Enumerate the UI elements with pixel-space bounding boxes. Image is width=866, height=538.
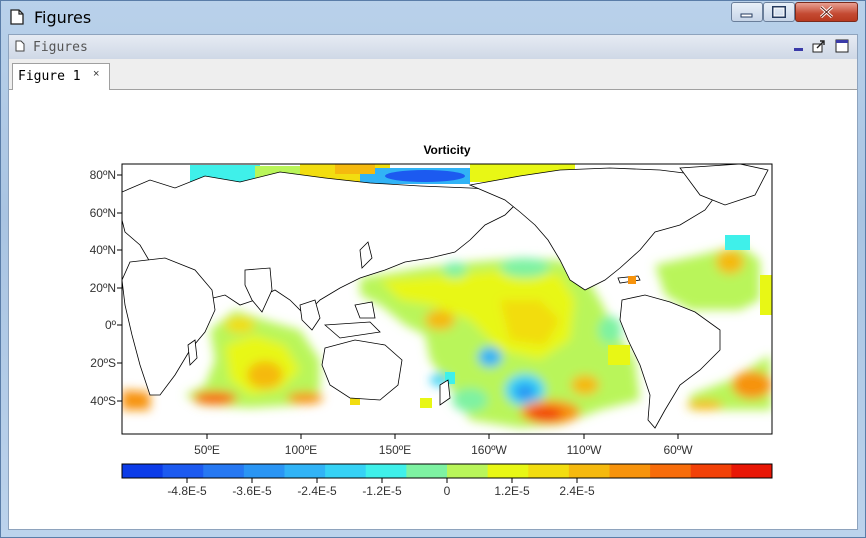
y-tick-label: 80ºN (90, 168, 116, 182)
colorbar-segment (365, 464, 407, 478)
y-tick-label: 0º (105, 318, 117, 332)
colorbar-segment (162, 464, 204, 478)
colorbar-segment (487, 464, 529, 478)
colorbar-tick-label: -3.6E-5 (232, 484, 272, 498)
x-tick-label: 160ºW (471, 443, 507, 457)
field-caribbean (628, 276, 636, 284)
figure-canvas: Vorticity 80ºN60ºN40ºN20ºN0º20ºS40ºS 50º… (90, 143, 773, 498)
y-tick-label: 20ºN (90, 281, 116, 295)
colorbar-segment (690, 464, 732, 478)
colorbar-tick-label: -1.2E-5 (362, 484, 402, 498)
x-tick-label: 100ºE (285, 443, 317, 457)
colorbar-segment (528, 464, 570, 478)
colorbar-tick-label: 2.4E-5 (559, 484, 595, 498)
x-tick-label: 60ºW (663, 443, 693, 457)
figure-title: Vorticity (423, 143, 470, 157)
x-tick-label: 150ºE (379, 443, 411, 457)
colorbar-segment (568, 464, 610, 478)
colorbar-segment (406, 464, 448, 478)
colorbar-tick-label: -4.8E-5 (167, 484, 207, 498)
colorbar-segment (284, 464, 326, 478)
colorbar-ticks: -4.8E-5 -3.6E-5 -2.4E-5 -1.2E-5 0 1.2E-5 2.4E-… (167, 478, 595, 498)
x-tick-label: 110ºW (567, 443, 603, 457)
colorbar-tick-label: -2.4E-5 (297, 484, 337, 498)
vorticity-map[interactable] (122, 164, 772, 434)
colorbar-tick-label: 0 (444, 484, 451, 498)
colorbar-segment (650, 464, 692, 478)
colorbar-segment (447, 464, 489, 478)
colorbar (122, 464, 773, 478)
y-axis: 80ºN 60ºN 40ºN 20ºN 0º 20ºS 40ºS (90, 168, 122, 408)
x-tick-label: 50ºE (194, 443, 220, 457)
y-tick-label: 40ºN (90, 243, 116, 257)
colorbar-tick-label: 1.2E-5 (494, 484, 530, 498)
y-tick-label: 60ºN (90, 206, 116, 220)
colorbar-segment (731, 464, 773, 478)
colorbar-segment (203, 464, 245, 478)
x-axis: 50ºE 100ºE 150ºE 160ºW 110ºW 60ºW (194, 434, 693, 457)
colorbar-segment (243, 464, 285, 478)
y-tick-label: 20ºS (90, 356, 116, 370)
colorbar-segment (325, 464, 367, 478)
colorbar-segment (609, 464, 651, 478)
y-tick-label: 40ºS (90, 394, 116, 408)
colorbar-segment (122, 464, 164, 478)
